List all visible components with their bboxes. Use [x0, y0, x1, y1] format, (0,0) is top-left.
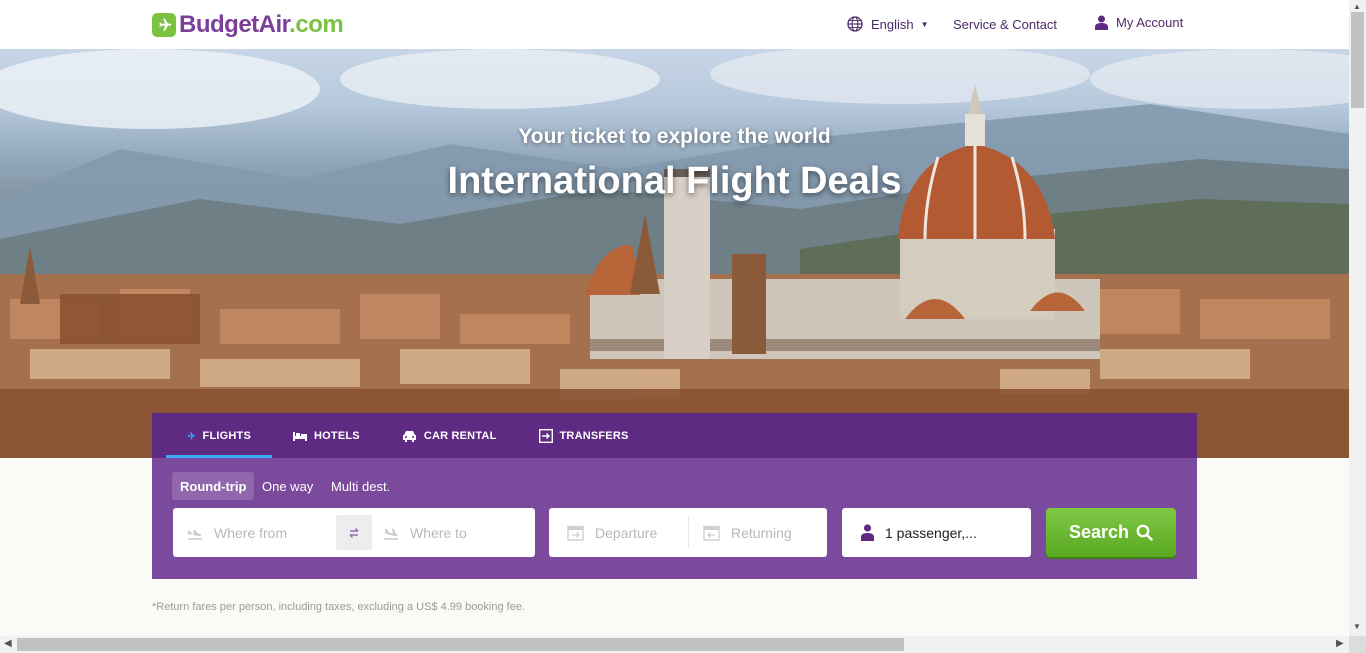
return-date-input[interactable]: Returning [703, 508, 792, 557]
scroll-right-icon[interactable]: ▶ [1336, 638, 1344, 649]
my-account-label: My Account [1116, 14, 1184, 30]
tab-flights[interactable]: FLIGHTS [152, 413, 272, 458]
transfer-icon [538, 428, 553, 443]
language-label: English [871, 16, 914, 32]
horizontal-scroll-thumb[interactable] [17, 638, 904, 651]
scrollbar-corner [1349, 636, 1366, 653]
horizontal-scrollbar[interactable]: ◀ ▶ [0, 636, 1349, 653]
logo-plane-icon [152, 13, 176, 37]
calendar-depart-icon [567, 525, 584, 541]
departure-date-input[interactable]: Departure [567, 508, 657, 557]
departure-placeholder: Departure [595, 524, 658, 541]
dates-field: Departure Returning [549, 508, 827, 557]
plane-icon [187, 431, 196, 440]
tab-hotels-label: HOTELS [314, 429, 360, 442]
dates-divider [688, 517, 689, 548]
site-logo[interactable]: BudgetAir.com [152, 11, 344, 39]
swap-icon [349, 527, 359, 538]
logo-tld: .com [289, 11, 344, 38]
search-button[interactable]: Search [1046, 508, 1176, 557]
tab-car-rental[interactable]: CAR RENTAL [381, 413, 518, 458]
calendar-return-icon [703, 525, 720, 541]
tab-flights-label: FLIGHTS [202, 429, 251, 442]
passenger-icon [861, 524, 874, 541]
my-account-link[interactable]: My Account [1095, 13, 1183, 31]
tab-hotels[interactable]: HOTELS [272, 413, 381, 458]
destination-input[interactable]: Where to [383, 508, 467, 557]
site-header: BudgetAir.com English ▼ Service & Contac… [0, 0, 1349, 49]
tab-transfers-label: TRANSFERS [559, 429, 629, 442]
caret-down-icon: ▼ [920, 19, 929, 29]
tab-transfers[interactable]: TRANSFERS [518, 413, 650, 458]
origin-input[interactable]: Where from [187, 508, 287, 557]
service-contact-link[interactable]: Service & Contact [953, 15, 1057, 33]
search-icon [1136, 524, 1153, 541]
scroll-left-icon[interactable]: ◀ [4, 638, 12, 649]
trip-type-one-way[interactable]: One way [254, 472, 321, 500]
takeoff-icon [188, 529, 202, 540]
bed-icon [293, 432, 307, 441]
florence-cityscape-image [0, 49, 1349, 458]
destination-placeholder: Where to [410, 524, 467, 541]
trip-type-round-trip[interactable]: Round-trip [172, 472, 255, 500]
passengers-selector[interactable]: 1 passenger,... [842, 508, 1031, 557]
route-field: Where from Where to [173, 508, 535, 557]
return-placeholder: Returning [731, 524, 792, 541]
hero-title: International Flight Deals [447, 160, 902, 202]
vertical-scrollbar[interactable]: ▲ ▼ [1349, 0, 1366, 636]
passengers-display: 1 passenger,... [861, 508, 977, 557]
swap-route-button[interactable] [336, 515, 372, 550]
user-icon [1095, 15, 1108, 30]
tab-car-rental-label: CAR RENTAL [423, 429, 497, 442]
origin-placeholder: Where from [214, 524, 288, 541]
service-contact-label: Service & Contact [953, 16, 1058, 32]
logo-brand: BudgetAir [179, 11, 290, 38]
fare-footnote: *Return fares per person, including taxe… [152, 601, 526, 613]
scroll-up-icon[interactable]: ▲ [1353, 2, 1361, 11]
flight-search-panel: Round-trip One way Multi dest. Where fro… [152, 458, 1197, 579]
scroll-down-icon[interactable]: ▼ [1353, 622, 1361, 631]
hero-banner: Your ticket to explore the world Interna… [0, 49, 1349, 458]
trip-type-multi-destination[interactable]: Multi dest. [323, 472, 398, 500]
globe-icon [847, 16, 863, 32]
vertical-scroll-thumb[interactable] [1351, 12, 1364, 108]
passengers-value: 1 passenger,... [885, 524, 977, 541]
landing-icon [384, 528, 398, 540]
search-button-label: Search [1068, 522, 1130, 542]
hero-subtitle: Your ticket to explore the world [518, 125, 831, 148]
language-selector[interactable]: English ▼ [847, 15, 929, 33]
car-icon [402, 430, 416, 442]
product-tabs: FLIGHTS HOTELS CAR RENTAL TRANSFERS [152, 413, 1197, 458]
